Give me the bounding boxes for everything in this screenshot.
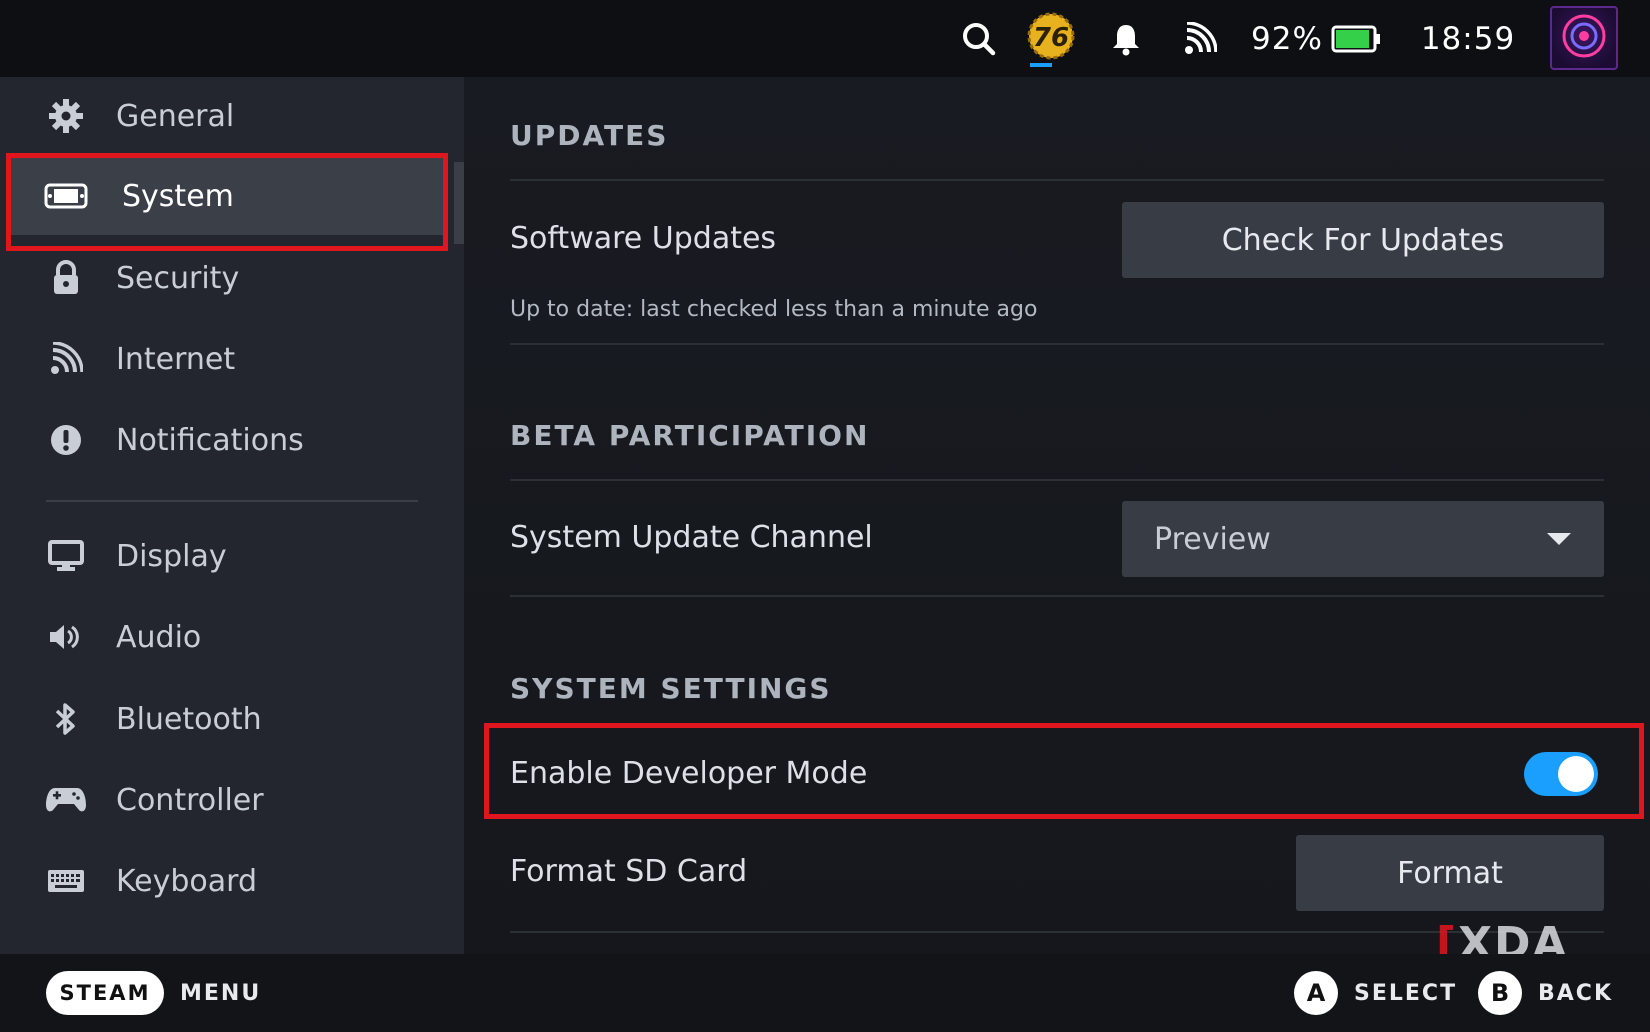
divider xyxy=(510,595,1604,597)
sidebar-item-system[interactable]: System xyxy=(10,157,446,235)
check-for-updates-button[interactable]: Check For Updates xyxy=(1122,202,1604,278)
sidebar-item-controller[interactable]: Controller xyxy=(0,761,464,839)
settings-sidebar: General System Security Internet Notific… xyxy=(0,77,464,954)
b-button-icon[interactable]: B xyxy=(1478,971,1522,1015)
sidebar-item-label: Display xyxy=(116,538,227,574)
divider xyxy=(510,179,1604,181)
sidebar-item-label: System xyxy=(122,178,234,214)
sidebar-scrollbar[interactable] xyxy=(454,162,464,244)
game-badge-icon[interactable]: 76 xyxy=(1025,0,1077,77)
back-hint-label: BACK xyxy=(1538,980,1613,1006)
bell-icon[interactable] xyxy=(1108,0,1144,77)
update-channel-label: System Update Channel xyxy=(510,520,873,555)
sidebar-item-security[interactable]: Security xyxy=(0,239,464,317)
format-button[interactable]: Format xyxy=(1296,835,1604,911)
update-channel-dropdown[interactable]: Preview xyxy=(1122,501,1604,577)
menu-hint-label: MENU xyxy=(180,980,262,1006)
divider xyxy=(510,479,1604,481)
sidebar-item-display[interactable]: Display xyxy=(0,517,464,595)
status-bar: 76 92% 18:59 xyxy=(0,0,1650,77)
monitor-icon xyxy=(44,534,88,578)
a-button-icon[interactable]: A xyxy=(1294,971,1338,1015)
bottom-hint-bar: STEAM MENU A SELECT B BACK xyxy=(0,954,1650,1032)
steam-button[interactable]: STEAM xyxy=(46,971,164,1015)
lock-icon xyxy=(44,256,88,300)
gamepad-icon xyxy=(44,778,88,822)
sidebar-item-label: Controller xyxy=(116,782,264,818)
sidebar-item-label: Keyboard xyxy=(116,863,258,899)
chevron-down-icon xyxy=(1546,531,1572,550)
sidebar-item-keyboard[interactable]: Keyboard xyxy=(0,842,464,920)
developer-mode-toggle[interactable] xyxy=(1524,752,1598,796)
section-heading-system-settings: SYSTEM SETTINGS xyxy=(510,672,832,705)
sidebar-item-general[interactable]: General xyxy=(0,77,464,155)
battery-percent: 92% xyxy=(1251,20,1323,57)
sidebar-item-label: Security xyxy=(116,260,240,296)
sidebar-item-notifications[interactable]: Notifications xyxy=(0,401,464,479)
keyboard-icon xyxy=(44,859,88,903)
avatar[interactable] xyxy=(1550,6,1618,70)
system-icon xyxy=(44,174,88,218)
clock: 18:59 xyxy=(1420,20,1516,57)
wifi-icon[interactable] xyxy=(1180,0,1220,77)
wifi-icon xyxy=(44,337,88,381)
section-heading-beta: BETA PARTICIPATION xyxy=(510,419,870,452)
sidebar-item-label: Internet xyxy=(116,341,236,377)
update-status-text: Up to date: last checked less than a min… xyxy=(510,297,1038,322)
developer-mode-label: Enable Developer Mode xyxy=(510,756,868,791)
search-icon[interactable] xyxy=(958,0,1000,77)
select-hint-label: SELECT xyxy=(1354,980,1458,1006)
divider xyxy=(510,343,1604,345)
format-sd-label: Format SD Card xyxy=(510,854,748,889)
settings-main-panel: UPDATES Software Updates Check For Updat… xyxy=(464,77,1650,954)
sidebar-item-label: General xyxy=(116,98,235,134)
speaker-icon xyxy=(44,615,88,659)
toggle-knob xyxy=(1558,756,1594,792)
sidebar-item-label: Audio xyxy=(116,619,202,655)
software-updates-label: Software Updates xyxy=(510,221,777,256)
alert-icon xyxy=(44,418,88,462)
gear-icon xyxy=(44,94,88,138)
sidebar-item-bluetooth[interactable]: Bluetooth xyxy=(0,680,464,758)
game-badge-number: 76 xyxy=(1033,23,1069,53)
sidebar-divider xyxy=(46,500,418,502)
sidebar-item-audio[interactable]: Audio xyxy=(0,598,464,676)
battery-icon xyxy=(1330,0,1382,77)
bluetooth-icon xyxy=(44,697,88,741)
update-channel-value: Preview xyxy=(1154,521,1271,557)
section-heading-updates: UPDATES xyxy=(510,119,669,152)
sidebar-item-label: Bluetooth xyxy=(116,701,262,737)
sidebar-item-label: Notifications xyxy=(116,422,304,458)
sidebar-item-internet[interactable]: Internet xyxy=(0,320,464,398)
